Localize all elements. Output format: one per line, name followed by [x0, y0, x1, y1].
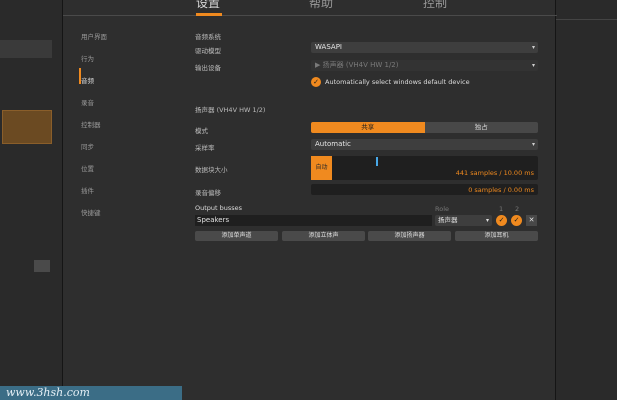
add-mono-button[interactable]: 添加单声道 [195, 231, 278, 241]
background-clip-orange [2, 110, 52, 144]
buffer-slider-handle[interactable] [376, 157, 378, 166]
bus-role-select[interactable]: 扬声器 ▾ [435, 215, 492, 226]
latency-offset-field[interactable]: 0 samples / 0.00 ms [311, 184, 538, 195]
nav-item-locations[interactable]: 位置 [81, 163, 94, 173]
nav-item-shortcuts[interactable]: 快捷键 [81, 207, 101, 217]
nav-item-sync[interactable]: 同步 [81, 141, 94, 151]
nav-item-controllers[interactable]: 控制器 [81, 119, 101, 129]
background-right-panel [556, 0, 617, 400]
driver-select[interactable]: WASAPI ▾ [311, 42, 538, 53]
sample-rate-label: 采样率 [195, 144, 215, 152]
nav-item-plugins[interactable]: 插件 [81, 185, 94, 195]
buffer-size-label: 数据块大小 [195, 166, 228, 174]
speaker-icon: ▶ [315, 61, 323, 69]
role-header: Role [435, 205, 450, 213]
audio-settings-panel: 音频系统 驱动模型 WASAPI ▾ 输出设备 ▶ 扬声器 (VH4V HW 1… [195, 0, 540, 400]
bus-role-value: 扬声器 [438, 216, 458, 224]
driver-label: 驱动模型 [195, 47, 221, 55]
driver-value: WASAPI [315, 43, 342, 51]
audio-system-title: 音频系统 [195, 33, 221, 41]
close-icon: ✕ [528, 216, 535, 224]
buffer-size-value: 441 samples / 10.00 ms [455, 169, 534, 177]
output-busses-title: Output busses [195, 204, 243, 212]
auto-select-checkbox[interactable]: ✓ [311, 77, 321, 87]
chevron-down-icon: ▾ [531, 141, 535, 148]
nav-item-audio[interactable]: 音频 [81, 75, 94, 85]
latency-offset-value: 0 samples / 0.00 ms [468, 186, 534, 194]
settings-dialog: 设置 帮助 控制 用户界面 行为 音频 录音 控制器 同步 位置 插件 快捷键 … [62, 0, 557, 400]
background-control [34, 260, 50, 272]
device-title: 扬声器 (VH4V HW 1/2) [195, 106, 266, 114]
remove-bus-button[interactable]: ✕ [526, 215, 537, 226]
buffer-auto-button[interactable]: 自动 [311, 156, 332, 180]
mode-toggle: 共享 独占 [311, 122, 538, 133]
mode-option-shared[interactable]: 共享 [311, 122, 425, 133]
channel-2-checkbox[interactable]: ✓ [511, 215, 522, 226]
auto-select-label: Automatically select windows default dev… [325, 78, 470, 86]
output-device-label: 输出设备 [195, 64, 221, 72]
sample-rate-value: Automatic [315, 140, 351, 148]
background-clip [0, 40, 52, 58]
chevron-down-icon: ▾ [485, 217, 489, 224]
mode-option-exclusive[interactable]: 独占 [424, 122, 538, 133]
latency-offset-label: 录音偏移 [195, 189, 221, 197]
chevron-down-icon: ▾ [531, 62, 535, 69]
buffer-size-slider[interactable]: 自动 441 samples / 10.00 ms [311, 156, 538, 180]
channel-1-checkbox[interactable]: ✓ [496, 215, 507, 226]
chevron-down-icon: ▾ [531, 44, 535, 51]
background-left-panel [0, 0, 62, 400]
add-stereo-button[interactable]: 添加立体声 [282, 231, 365, 241]
output-device-value: 扬声器 (VH4V HW 1/2) [322, 61, 399, 69]
bus-name-field[interactable]: Speakers [195, 215, 432, 226]
sample-rate-select[interactable]: Automatic ▾ [311, 139, 538, 150]
nav-item-recording[interactable]: 录音 [81, 97, 94, 107]
channel-header-2: 2 [515, 205, 520, 213]
mode-label: 模式 [195, 127, 208, 135]
bus-name-value: Speakers [197, 216, 230, 224]
add-speakers-button[interactable]: 添加扬声器 [368, 231, 451, 241]
watermark: www.3hsh.com [0, 386, 182, 400]
add-headphones-button[interactable]: 添加耳机 [455, 231, 538, 241]
background-ruler [556, 8, 617, 20]
nav-item-ui[interactable]: 用户界面 [81, 31, 107, 41]
nav-item-behavior[interactable]: 行为 [81, 53, 94, 63]
channel-header-1: 1 [499, 205, 504, 213]
output-device-select[interactable]: ▶ 扬声器 (VH4V HW 1/2) ▾ [311, 60, 538, 71]
